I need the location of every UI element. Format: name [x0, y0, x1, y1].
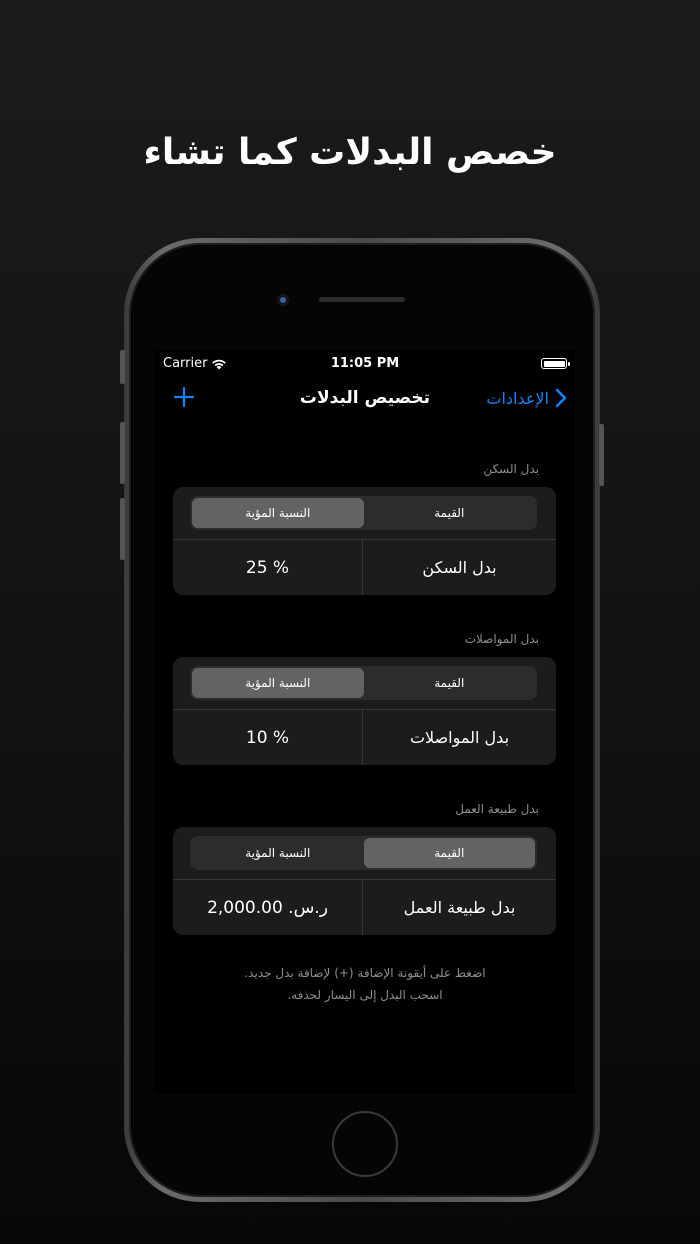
allowance-card-work-nature: النسبة المؤية القيمة ر.س. 2,000.00 بدل ط… — [173, 827, 556, 935]
allowance-row: 25 % بدل السكن — [173, 540, 556, 595]
type-segmented-control: النسبة المؤية القيمة — [190, 666, 537, 700]
segment-value[interactable]: القيمة — [363, 838, 535, 868]
allowance-label: بدل طبيعة العمل — [403, 898, 516, 917]
status-bar: Carrier 11:05 PM — [155, 350, 575, 376]
help-note-line-1: اضغط على أيقونة الإضافة (+) لإضافة بدل ج… — [244, 966, 486, 980]
phone-bezel: Carrier 11:05 PM تخصيص البدلات الإعدادات… — [129, 243, 595, 1197]
allowance-label: بدل السكن — [422, 558, 497, 577]
allowance-value-field[interactable]: 10 % — [173, 710, 363, 765]
help-note-line-2: اسحب البدل إلى اليسار لحذفه. — [287, 988, 443, 1002]
allowance-value-field[interactable]: 25 % — [173, 540, 363, 595]
earpiece-speaker — [319, 297, 405, 302]
promo-headline: خصص البدلات كما تشاء — [143, 132, 557, 173]
segment-value[interactable]: القيمة — [364, 498, 536, 528]
status-time: 11:05 PM — [330, 356, 400, 371]
front-camera-icon — [277, 294, 289, 306]
section-header-housing: بدل السكن — [483, 462, 539, 476]
volume-up-button — [120, 422, 125, 484]
type-segmented-control: النسبة المؤية القيمة — [190, 836, 537, 870]
allowance-row: 10 % بدل المواصلات — [173, 710, 556, 765]
type-segmented-control: النسبة المؤية القيمة — [190, 496, 537, 530]
allowance-value-field[interactable]: ر.س. 2,000.00 — [173, 880, 363, 935]
app-screen: Carrier 11:05 PM تخصيص البدلات الإعدادات… — [155, 350, 575, 1094]
home-button[interactable] — [332, 1111, 398, 1177]
segment-percentage[interactable]: النسبة المؤية — [192, 838, 364, 868]
chevron-right-icon — [555, 388, 567, 408]
mute-switch — [120, 350, 125, 384]
back-button[interactable]: الإعدادات — [486, 388, 567, 408]
back-button-label: الإعدادات — [486, 388, 549, 408]
allowance-row: ر.س. 2,000.00 بدل طبيعة العمل — [173, 880, 556, 935]
segment-value[interactable]: القيمة — [364, 668, 536, 698]
section-header-transport: بدل المواصلات — [464, 632, 539, 646]
navigation-bar: تخصيص البدلات الإعدادات — [155, 376, 575, 420]
power-button — [599, 424, 604, 486]
phone-frame: Carrier 11:05 PM تخصيص البدلات الإعدادات… — [120, 238, 604, 1202]
section-header-work-nature: بدل طبيعة العمل — [455, 802, 539, 816]
volume-down-button — [120, 498, 125, 560]
battery-icon — [541, 358, 570, 369]
segment-percentage[interactable]: النسبة المؤية — [192, 498, 364, 528]
segment-percentage[interactable]: النسبة المؤية — [192, 668, 364, 698]
allowance-card-housing: النسبة المؤية القيمة 25 % بدل السكن — [173, 487, 556, 595]
allowance-label: بدل المواصلات — [409, 728, 510, 747]
allowance-card-transport: النسبة المؤية القيمة 10 % بدل المواصلات — [173, 657, 556, 765]
help-note: اضغط على أيقونة الإضافة (+) لإضافة بدل ج… — [155, 962, 575, 1006]
